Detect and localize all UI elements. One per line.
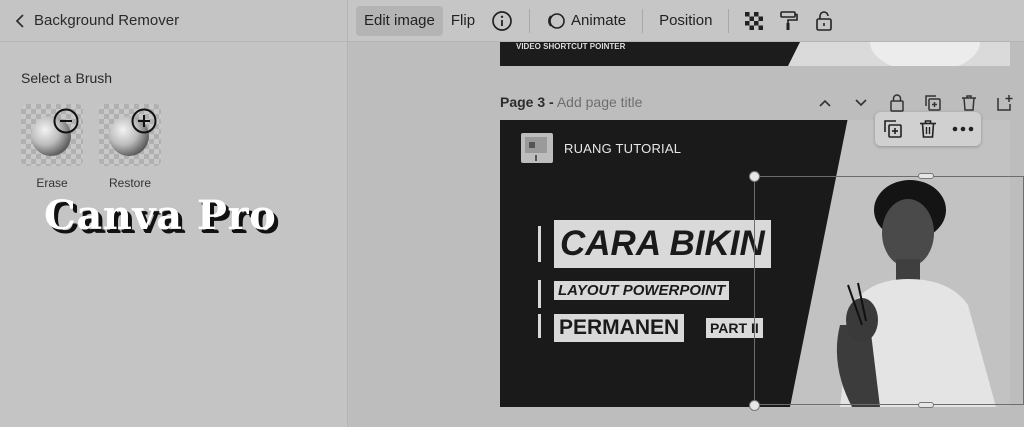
move-page-up-button[interactable] <box>810 92 840 114</box>
brush-section-title: Select a Brush <box>21 70 113 86</box>
paint-roller-icon <box>780 10 799 30</box>
chevron-left-icon[interactable] <box>12 12 30 30</box>
image-selection-frame[interactable] <box>754 176 1024 405</box>
toolbar-divider <box>529 8 531 33</box>
info-icon <box>492 10 512 31</box>
erase-brush-thumbnail[interactable] <box>21 104 83 166</box>
duplicate-page-icon <box>925 95 941 111</box>
move-page-down-button[interactable] <box>846 92 876 114</box>
flip-button[interactable]: Flip <box>443 6 483 36</box>
accent-bar <box>538 280 541 308</box>
position-label: Position <box>659 12 713 29</box>
previous-page-text: VIDEO SHORTCUT POINTER <box>516 42 626 51</box>
accent-bar <box>538 226 541 262</box>
chevron-down-icon <box>855 99 867 107</box>
editor-toolbar: Edit image Flip Animate Position <box>348 0 1024 42</box>
chevron-up-icon <box>819 99 831 107</box>
watermark-text: Canva Pro <box>44 192 277 239</box>
panel-title[interactable]: Background Remover <box>34 12 179 29</box>
brand-logo[interactable] <box>521 133 553 163</box>
resize-handle-bottom-left[interactable] <box>749 400 760 411</box>
delete-element-button[interactable] <box>915 116 941 142</box>
plus-circle-icon <box>131 108 157 134</box>
edit-image-button[interactable]: Edit image <box>356 5 443 36</box>
animate-icon <box>548 12 565 29</box>
animate-button[interactable]: Animate <box>538 6 634 36</box>
lock-icon <box>890 94 904 112</box>
minus-circle-icon <box>53 108 79 134</box>
transparency-icon <box>745 11 764 30</box>
duplicate-icon <box>883 120 902 138</box>
restore-brush-thumbnail[interactable] <box>99 104 161 166</box>
animate-label: Animate <box>571 12 627 29</box>
background-remover-panel: Background Remover Select a Brush Erase … <box>0 0 348 427</box>
headline-line-2[interactable]: LAYOUT POWERPOINT <box>554 281 730 300</box>
previous-page-figure <box>870 42 980 66</box>
previous-page-dark-panel: VIDEO SHORTCUT POINTER <box>500 42 800 66</box>
more-options-button[interactable] <box>950 116 976 142</box>
add-page-button[interactable] <box>990 92 1020 114</box>
restore-label: Restore <box>108 176 152 190</box>
duplicate-element-button[interactable] <box>880 116 906 142</box>
headline-line-1[interactable]: CARA BIKIN <box>554 220 771 268</box>
info-button[interactable] <box>483 6 521 36</box>
toolbar-divider <box>728 8 730 33</box>
toolbar-divider <box>642 8 644 33</box>
page-header: Page 3 - Add page title <box>500 94 642 110</box>
resize-handle-top[interactable] <box>918 173 934 179</box>
panel-header[interactable]: Background Remover <box>0 0 347 42</box>
lock-page-button[interactable] <box>882 92 912 114</box>
copy-style-button[interactable] <box>771 6 807 36</box>
delete-page-button[interactable] <box>954 92 984 114</box>
edit-image-label: Edit image <box>364 12 435 29</box>
restore-brush-button[interactable]: Restore <box>99 104 161 190</box>
flip-label: Flip <box>450 12 476 29</box>
page-title-input[interactable]: Add page title <box>557 94 643 110</box>
element-floating-toolbar <box>875 112 981 146</box>
resize-handle-top-left[interactable] <box>749 171 760 182</box>
lock-icon <box>816 10 833 31</box>
add-page-icon <box>997 95 1013 111</box>
resize-handle-bottom[interactable] <box>918 402 934 408</box>
presentation-icon <box>525 137 547 161</box>
page-number-label: Page 3 - <box>500 94 554 110</box>
more-icon <box>953 126 974 132</box>
brand-name[interactable]: RUANG TUTORIAL <box>564 141 681 156</box>
delete-page-icon <box>962 95 976 111</box>
previous-page-thumbnail[interactable]: VIDEO SHORTCUT POINTER <box>500 42 1010 66</box>
erase-label: Erase <box>36 176 68 190</box>
erase-brush-button[interactable]: Erase <box>21 104 83 190</box>
transparency-button[interactable] <box>737 6 771 36</box>
headline-line-3[interactable]: PERMANEN <box>554 314 685 342</box>
accent-bar <box>538 314 541 338</box>
page-controls <box>810 92 1020 114</box>
position-button[interactable]: Position <box>651 6 720 36</box>
duplicate-page-button[interactable] <box>918 92 948 114</box>
lock-button[interactable] <box>807 6 841 36</box>
trash-icon <box>919 120 936 138</box>
